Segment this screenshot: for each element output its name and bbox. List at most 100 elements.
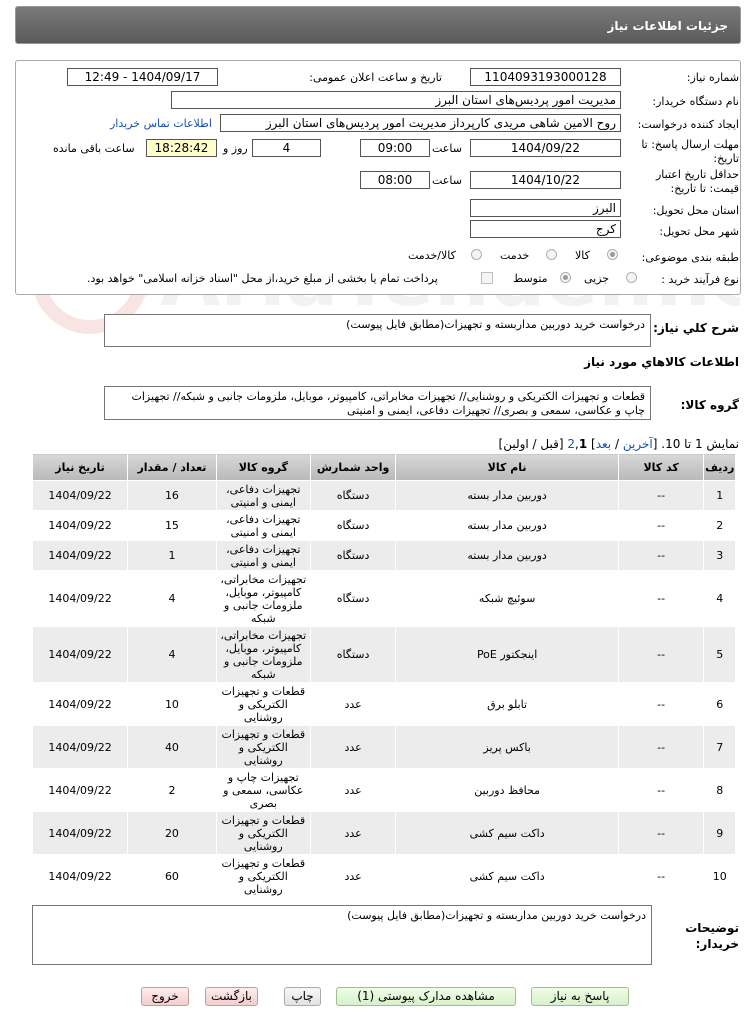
- process-option-medium: متوسط: [513, 272, 548, 285]
- cell-unit: دستگاه: [309, 480, 397, 511]
- cell-need-date: 1404/09/22: [31, 768, 129, 812]
- treasury-payment-note: پرداخت تمام یا بخشی از مبلغ خرید،از محل …: [87, 272, 438, 285]
- cell-need-date: 1404/09/22: [31, 540, 129, 571]
- cell-unit: عدد: [309, 768, 397, 812]
- cell-item-code: --: [617, 626, 705, 683]
- goods-group-label: گروه کالا:: [680, 398, 739, 412]
- summary-textbox[interactable]: درخواست خرید دوربین مداربسته و تجهیزات(م…: [104, 314, 651, 347]
- cell-unit: دستگاه: [309, 570, 397, 627]
- cell-item-code: --: [617, 510, 705, 541]
- cell-quantity: 4: [127, 570, 217, 627]
- goods-section-title: اطلاعات کالاهاي مورد نياز: [584, 355, 739, 369]
- category-label: طبقه بندی موضوعی:: [641, 251, 739, 264]
- view-attachments-button[interactable]: مشاهده مدارک پیوستی (1): [336, 987, 516, 1006]
- table-row: 4 -- سوئیچ شبکه دستگاه تجهیزات مخابراتی،…: [31, 570, 736, 627]
- cell-need-date: 1404/09/22: [31, 811, 129, 855]
- cell-quantity: 16: [127, 480, 217, 511]
- table-row: 9 -- داکت سیم کشی عدد قطعات و تجهیزات ال…: [31, 811, 736, 855]
- cell-unit: عدد: [309, 854, 397, 898]
- cell-row-number: 2: [703, 510, 736, 541]
- cell-unit: دستگاه: [309, 626, 397, 683]
- validity-time-field: 08:00: [360, 171, 430, 189]
- process-radio-medium[interactable]: [560, 272, 571, 283]
- table-row: 1 -- دوربین مدار بسته دستگاه تجهیزات دفا…: [31, 480, 736, 511]
- buyer-notes-label: توضیحات: [685, 921, 739, 935]
- cell-need-date: 1404/09/22: [31, 682, 129, 726]
- category-option-goods: کالا: [575, 249, 590, 262]
- buyer-notes-textbox[interactable]: درخواست خرید دوربین مداربسته و تجهیزات(م…: [32, 905, 652, 965]
- category-radio-service[interactable]: [546, 249, 557, 260]
- goods-group-textbox[interactable]: قطعات و تجهیزات الکتریکی و روشنایی// تجه…: [104, 386, 651, 420]
- summary-text: درخواست خرید دوربین مداربسته و تجهیزات(م…: [346, 318, 645, 331]
- header-unit: واحد شمارش: [309, 453, 397, 481]
- cell-item-code: --: [617, 480, 705, 511]
- cell-item-group: تجهیزات مخابراتی، کامپیوتر، موبایل، ملزو…: [215, 570, 311, 627]
- cell-row-number: 8: [703, 768, 736, 812]
- remaining-time-label: ساعت باقی مانده: [53, 142, 135, 155]
- pagination-last-link[interactable]: آخرین: [623, 437, 653, 451]
- print-button[interactable]: چاپ: [284, 987, 321, 1006]
- table-row: 8 -- محافظ دوربین عدد تجهیزات چاپ و عکاس…: [31, 768, 736, 812]
- reply-button[interactable]: پاسخ به نیاز: [531, 987, 629, 1006]
- cell-item-code: --: [617, 811, 705, 855]
- days-label: روز و: [223, 142, 248, 155]
- cell-quantity: 60: [127, 854, 217, 898]
- cell-need-date: 1404/09/22: [31, 570, 129, 627]
- deadline-time-label: ساعت: [432, 142, 462, 155]
- cell-item-name: داکت سیم کشی: [395, 854, 619, 898]
- cell-need-date: 1404/09/22: [31, 854, 129, 898]
- category-option-service: خدمت: [500, 249, 530, 262]
- cell-quantity: 4: [127, 626, 217, 683]
- cell-unit: عدد: [309, 811, 397, 855]
- pagination-next-link[interactable]: بعد: [596, 437, 611, 451]
- cell-item-code: --: [617, 540, 705, 571]
- cell-quantity: 20: [127, 811, 217, 855]
- cell-item-group: تجهیزات دفاعی، ایمنی و امنیتی: [215, 540, 311, 571]
- pagination-page-2[interactable]: 2: [567, 437, 575, 451]
- cell-row-number: 7: [703, 725, 736, 769]
- pagination-current-page: 1: [578, 437, 588, 451]
- cell-item-code: --: [617, 682, 705, 726]
- exit-button[interactable]: خروج: [141, 987, 189, 1006]
- goods-group-text: قطعات و تجهیزات الکتریکی و روشنایی// تجه…: [131, 390, 645, 417]
- cell-item-name: محافظ دوربین: [395, 768, 619, 812]
- cell-item-code: --: [617, 768, 705, 812]
- category-radio-goods-service[interactable]: [471, 249, 482, 260]
- city-field: کرج: [470, 220, 621, 238]
- validity-date-field: 1404/10/22: [470, 171, 621, 189]
- header-quantity: تعداد / مقدار: [127, 453, 217, 481]
- cell-item-name: دوربین مدار بسته: [395, 480, 619, 511]
- cell-unit: عدد: [309, 725, 397, 769]
- cell-unit: دستگاه: [309, 510, 397, 541]
- cell-row-number: 10: [703, 854, 736, 898]
- buyer-contact-link[interactable]: اطلاعات تماس خریدار: [110, 117, 212, 130]
- cell-row-number: 5: [703, 626, 736, 683]
- remaining-time-field: 18:28:42: [146, 139, 217, 157]
- cell-item-name: داکت سیم کشی: [395, 811, 619, 855]
- cell-unit: دستگاه: [309, 540, 397, 571]
- cell-item-name: دوربین مدار بسته: [395, 540, 619, 571]
- buyer-org-label: نام دستگاه خریدار:: [652, 95, 739, 108]
- header-need-date: تاریخ نیاز: [31, 453, 129, 481]
- table-row: 3 -- دوربین مدار بسته دستگاه تجهیزات دفا…: [31, 540, 736, 571]
- cell-item-code: --: [617, 725, 705, 769]
- validity-label-2: قیمت: تا تاریخ:: [670, 182, 739, 195]
- city-label: شهر محل تحویل:: [659, 225, 739, 238]
- cell-item-name: اینجکتور PoE: [395, 626, 619, 683]
- back-button[interactable]: بازگشت: [205, 987, 258, 1006]
- cell-quantity: 15: [127, 510, 217, 541]
- buyer-org-field: مدیریت امور پردیس‌های استان البرز: [171, 91, 621, 109]
- category-radio-goods[interactable]: [607, 249, 618, 260]
- summary-label: شرح کلي نياز:: [653, 321, 739, 335]
- cell-item-group: قطعات و تجهیزات الکتریکی و روشنایی: [215, 811, 311, 855]
- cell-quantity: 10: [127, 682, 217, 726]
- treasury-payment-checkbox[interactable]: [481, 272, 493, 284]
- buyer-notes-text: درخواست خرید دوربین مداربسته و تجهیزات(م…: [347, 909, 646, 922]
- cell-item-group: قطعات و تجهیزات الکتریکی و روشنایی: [215, 682, 311, 726]
- page-title-bar: جزئیات اطلاعات نیاز: [15, 6, 741, 44]
- cell-need-date: 1404/09/22: [31, 480, 129, 511]
- cell-row-number: 3: [703, 540, 736, 571]
- cell-item-group: قطعات و تجهیزات الکتریکی و روشنایی: [215, 725, 311, 769]
- process-radio-minor[interactable]: [626, 272, 637, 283]
- creator-field: روح الامین شاهی مریدی کارپرداز مدیریت ام…: [220, 114, 621, 132]
